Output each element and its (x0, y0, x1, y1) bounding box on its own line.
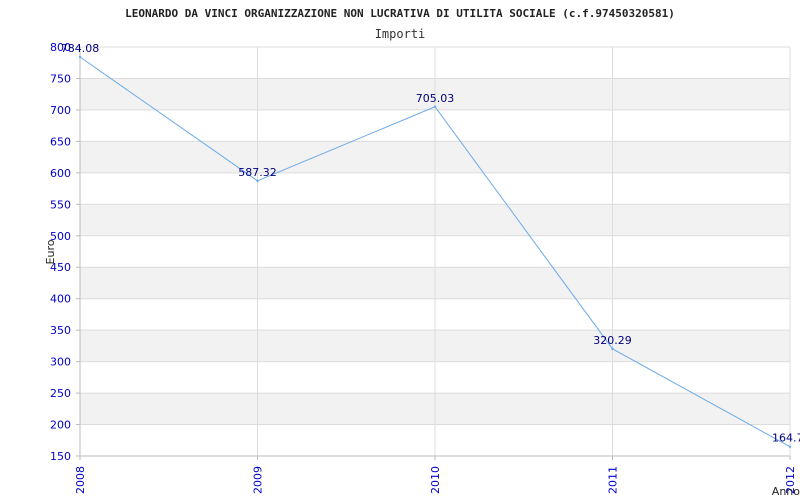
y-axis-label: Euro (44, 239, 57, 264)
data-point (78, 55, 82, 59)
data-point (611, 347, 614, 351)
y-tick-label: 750 (50, 72, 71, 85)
chart-subtitle: Importi (375, 27, 426, 41)
data-label: 705.03 (416, 92, 455, 105)
data-label: 587.32 (238, 166, 277, 179)
y-tick-label: 600 (50, 167, 71, 180)
x-tick-label: 2011 (607, 466, 620, 494)
chart-title: LEONARDO DA VINCI ORGANIZZAZIONE NON LUC… (125, 7, 675, 20)
y-tick-label: 200 (50, 419, 71, 432)
data-label: 320.29 (593, 334, 632, 347)
y-tick-label: 350 (50, 324, 71, 337)
x-tick-label: 2010 (429, 466, 442, 494)
y-tick-label: 300 (50, 356, 71, 369)
data-point (788, 445, 792, 448)
y-tick-label: 700 (50, 104, 71, 117)
y-tick-label: 150 (50, 450, 71, 463)
x-tick-label: 2009 (252, 466, 265, 494)
x-axis-label: Anno (772, 485, 800, 498)
y-tick-label: 650 (50, 135, 71, 148)
x-tick-label: 2008 (74, 466, 87, 494)
y-tick-label: 400 (50, 293, 71, 306)
x-tick-labels: 2008 2009 2010 2011 2012 (74, 466, 797, 494)
data-label: 164.76 (772, 432, 800, 445)
y-tick-label: 550 (50, 198, 71, 211)
chart: 150 200 250 300 350 400 450 500 550 600 650 700 750 8… (0, 0, 800, 500)
data-point (433, 105, 437, 108)
data-label: 784.08 (61, 42, 100, 55)
data-point (256, 179, 259, 183)
y-tick-label: 250 (50, 387, 71, 400)
line-chart: 1502002503003504004505005506006507007508… (44, 7, 800, 498)
